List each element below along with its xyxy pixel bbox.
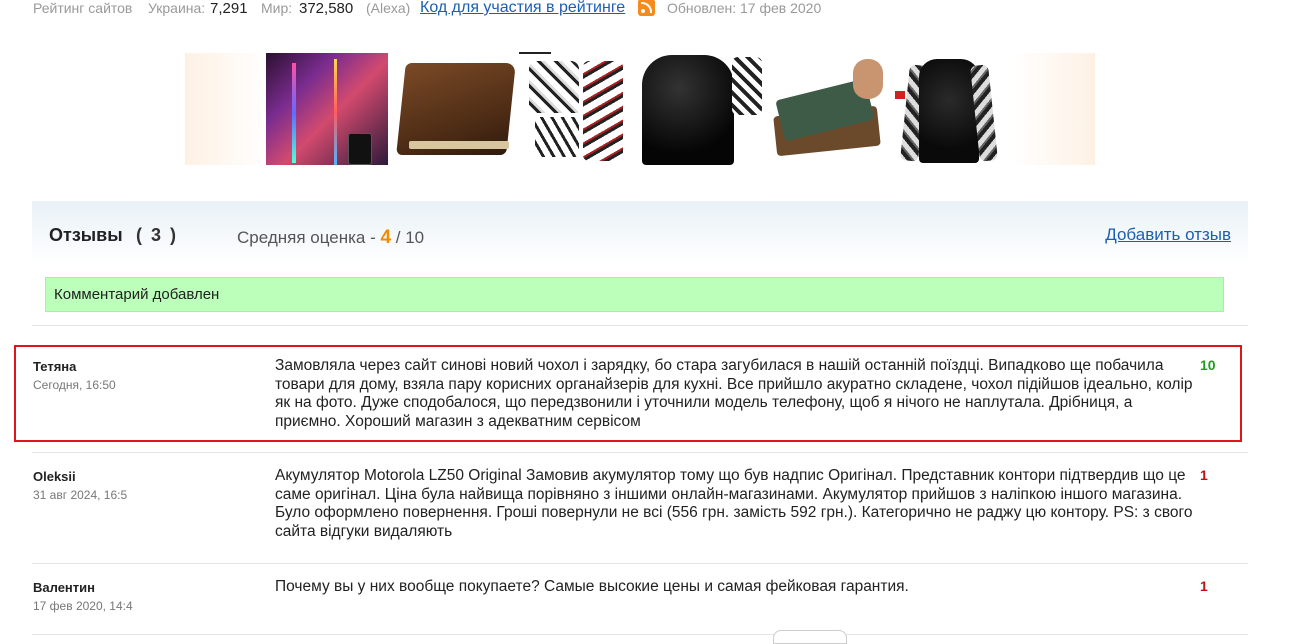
- review-date: 17 фев 2020, 14:4: [33, 599, 133, 613]
- banner-product-notebook-stack[interactable]: [767, 53, 889, 165]
- phone-icon: [348, 133, 372, 165]
- review-date: 31 авг 2024, 16:5: [33, 488, 128, 502]
- alexa-label: (Alexa): [366, 0, 411, 16]
- rss-icon[interactable]: [638, 0, 655, 16]
- divider: [32, 325, 1248, 326]
- divider: [32, 634, 1248, 635]
- average-rating: Средняя оценка - 4 / 10: [237, 227, 424, 249]
- banner-product-longsleeve[interactable]: [889, 53, 1011, 165]
- rating-code-link[interactable]: Код для участия в рейтинге: [420, 0, 625, 16]
- world-rank: 372,580: [299, 0, 354, 17]
- notice-text: Комментарий добавлен: [54, 286, 220, 303]
- brand-logo-icon: [895, 91, 905, 99]
- review-text: Акумулятор Motorola LZ50 Original Замови…: [275, 467, 1193, 540]
- review-author: Валентин: [33, 580, 95, 595]
- ukraine-label: Украина:: [148, 0, 206, 16]
- add-review-link[interactable]: Добавить отзыв: [1105, 225, 1231, 245]
- average-score: 4: [380, 227, 392, 248]
- scroll-tab[interactable]: [773, 630, 847, 644]
- divider: [32, 452, 1248, 453]
- reviews-count: ( 3 ): [136, 225, 179, 245]
- updated-date: Обновлен: 17 фев 2020: [667, 0, 822, 16]
- divider: [32, 563, 1248, 564]
- average-rating-label: Средняя оценка -: [237, 228, 381, 247]
- banner-product-black-tshirt[interactable]: [640, 53, 762, 165]
- comment-added-notice: Комментарий добавлен: [45, 277, 1224, 312]
- banner-product-rgb-lamp[interactable]: [266, 53, 388, 165]
- reviews-title: Отзывы: [49, 225, 123, 245]
- reviews-header: Отзывы ( 3 ) Средняя оценка - 4 / 10 Доб…: [32, 201, 1248, 271]
- site-rating-bar: Рейтинг сайтов Украина: 7,291 Мир: 372,5…: [0, 0, 1316, 20]
- new-review-highlight: [14, 345, 1242, 442]
- banner-product-sports-set[interactable]: [515, 53, 637, 165]
- product-banner: [185, 52, 1095, 165]
- ukraine-rank: 7,291: [210, 0, 248, 17]
- review-rating: 1: [1200, 578, 1208, 594]
- average-max: / 10: [391, 228, 425, 247]
- review-rating: 1: [1200, 467, 1208, 483]
- review-text: Почему вы у них вообще покупаете? Самые …: [275, 578, 909, 595]
- rating-label: Рейтинг сайтов: [33, 0, 133, 16]
- world-label: Мир:: [261, 0, 293, 16]
- banner-product-leather-notebook[interactable]: [393, 53, 515, 165]
- review-author: Oleksii: [33, 469, 76, 484]
